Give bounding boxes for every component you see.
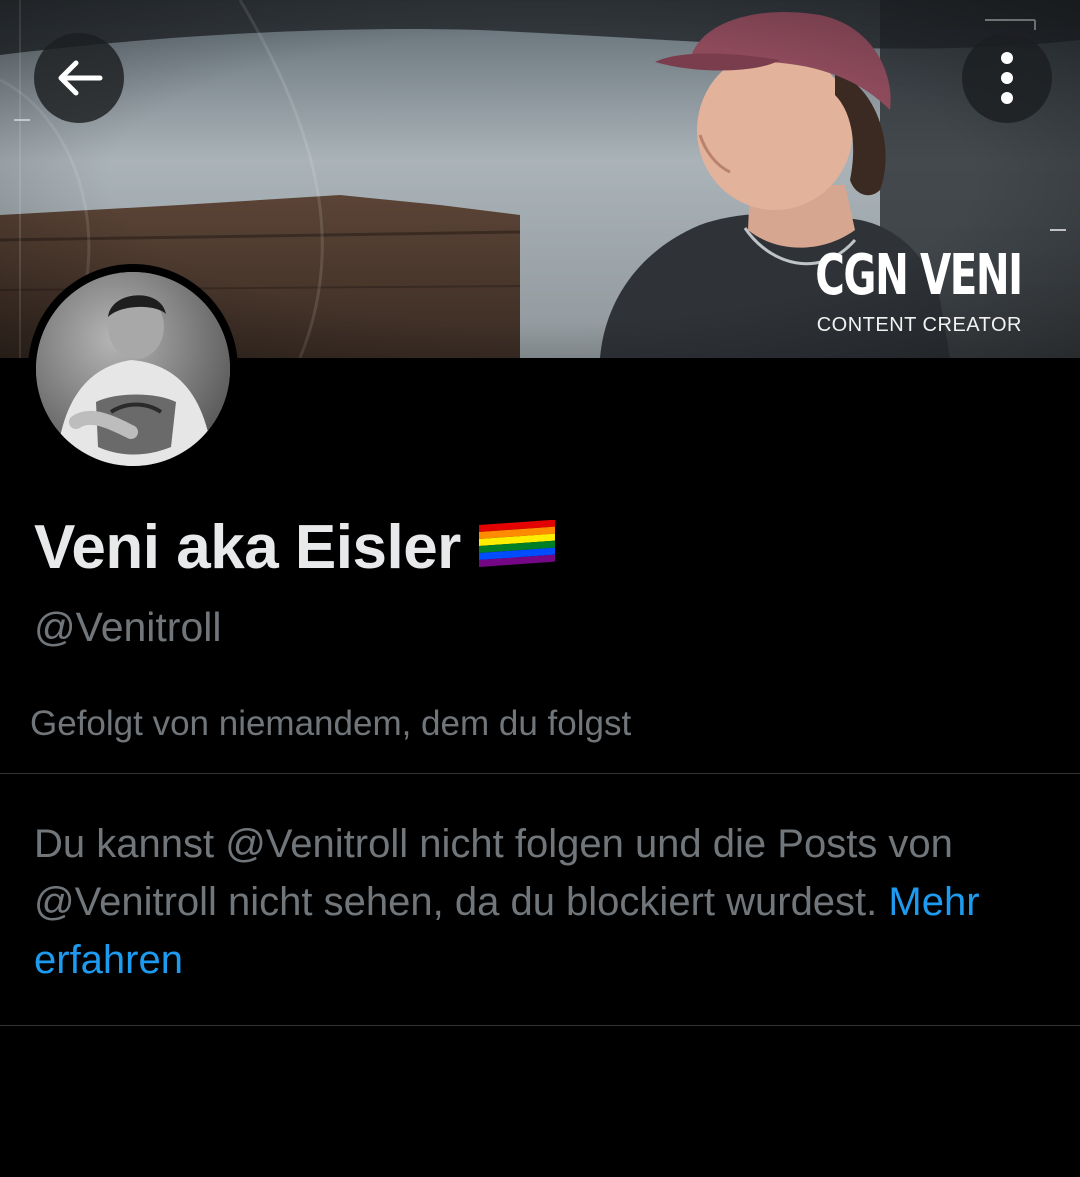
brand-subtitle: CONTENT CREATOR (816, 314, 1022, 336)
brand-title: CGN VENI (815, 243, 1024, 308)
blocked-message: Du kannst @Venitroll nicht folgen und di… (34, 815, 1044, 989)
blocked-message-text: Du kannst @Venitroll nicht folgen und di… (34, 822, 953, 924)
divider (0, 1025, 1080, 1026)
profile-page: CGN VENI CONTENT CREATOR Veni aka Eisler… (0, 0, 1080, 1177)
avatar-image (36, 272, 230, 466)
profile-handle: @Venitroll (34, 604, 222, 650)
followed-by-text: Gefolgt von niemandem, dem du folgst (30, 704, 632, 743)
back-button[interactable] (34, 33, 124, 123)
profile-display-name: Veni aka Eisler (34, 512, 555, 583)
rainbow-flag-icon (478, 512, 555, 583)
avatar[interactable] (28, 264, 238, 474)
divider (0, 773, 1080, 774)
display-name-text: Veni aka Eisler (34, 513, 461, 582)
more-vertical-icon (1001, 52, 1013, 104)
more-options-button[interactable] (962, 33, 1052, 123)
arrow-left-icon (58, 60, 103, 96)
banner-brand: CGN VENI CONTENT CREATOR (735, 243, 1024, 337)
